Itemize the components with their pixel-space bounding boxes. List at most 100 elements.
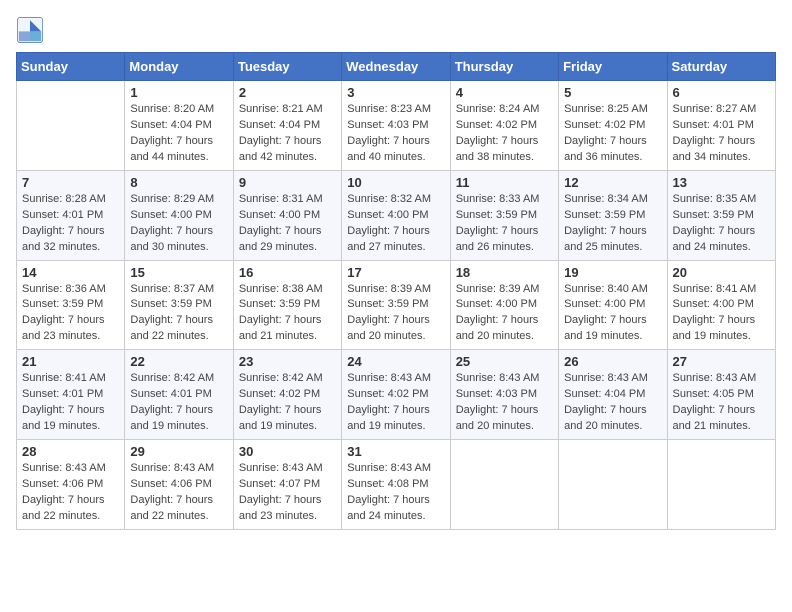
sunset-text: Sunset: 4:06 PM <box>130 478 211 490</box>
sunset-text: Sunset: 3:59 PM <box>130 298 211 310</box>
day-info: Sunrise: 8:20 AMSunset: 4:04 PMDaylight:… <box>130 102 227 166</box>
calendar-cell: 16 Sunrise: 8:38 AM Sunset: 3:59 PM Dayligh… <box>233 260 341 350</box>
day-info: Sunrise: 8:31 AM Sunset: 4:00 PM Daylight:… <box>239 192 336 256</box>
calendar-cell: 1Sunrise: 8:20 AMSunset: 4:04 PMDaylight… <box>125 81 233 171</box>
daylight-text: Daylight: 7 hours and 19 minutes. <box>130 404 213 432</box>
day-info: Sunrise: 8:41 AMSunset: 4:00 PMDaylight:… <box>673 282 770 346</box>
page-header <box>16 16 776 44</box>
sunrise-text: Sunrise: 8:38 AM <box>239 283 323 295</box>
daylight-text: Daylight: 7 hours and 26 minutes. <box>456 225 539 253</box>
sunset-text: Sunset: 4:00 PM <box>347 209 428 221</box>
calendar-cell: 12Sunrise: 8:34 AMSunset: 3:59 PMDayligh… <box>559 170 667 260</box>
sunset-text: Sunset: 4:03 PM <box>347 119 428 131</box>
sunset-text: Sunset: 3:59 PM <box>564 209 645 221</box>
calendar-cell: 18Sunrise: 8:39 AMSunset: 4:00 PMDayligh… <box>450 260 558 350</box>
sunset-text: Sunset: 4:04 PM <box>564 388 645 400</box>
day-info: Sunrise: 8:33 AM Sunset: 3:59 PM Daylight:… <box>456 192 553 256</box>
day-info: Sunrise: 8:43 AMSunset: 4:03 PMDaylight:… <box>456 371 553 435</box>
daylight-text: Daylight: 7 hours and 19 minutes. <box>347 404 430 432</box>
calendar-cell: 2 Sunrise: 8:21 AMSunset: 4:04 PMDaylight… <box>233 81 341 171</box>
sunrise-text: Sunrise: 8:33 AM <box>456 193 540 205</box>
daylight-text: Daylight: 7 hours and 23 minutes. <box>239 494 322 522</box>
daylight-text: Daylight: 7 hours and 21 minutes. <box>239 314 322 342</box>
sunset-text: Sunset: 4:04 PM <box>239 119 320 131</box>
calendar-cell <box>667 440 775 530</box>
calendar-cell: 20 Sunrise: 8:41 AMSunset: 4:00 PMDayligh… <box>667 260 775 350</box>
day-info: Sunrise: 8:24 AMSunset: 4:02 PMDaylight:… <box>456 102 553 166</box>
sunrise-text: Sunrise: 8:31 AM <box>239 193 323 205</box>
day-of-week-header: Friday <box>559 53 667 81</box>
calendar-week-row: 7Sunrise: 8:28 AMSunset: 4:01 PMDaylight… <box>17 170 776 260</box>
sunset-text: Sunset: 3:59 PM <box>347 298 428 310</box>
calendar-cell: 19 Sunrise: 8:40 AMSunset: 4:00 PMDayligh… <box>559 260 667 350</box>
day-number: 29 <box>130 444 227 459</box>
daylight-text: Daylight: 7 hours and 32 minutes. <box>22 225 105 253</box>
daylight-text: Daylight: 7 hours and 29 minutes. <box>239 225 322 253</box>
sunrise-text: Sunrise: 8:43 AM <box>130 462 214 474</box>
day-number: 2 <box>239 85 336 100</box>
calendar-cell: 6 Sunrise: 8:27 AMSunset: 4:01 PMDaylight… <box>667 81 775 171</box>
day-number: 20 <box>673 265 770 280</box>
day-info: Sunrise: 8:40 AMSunset: 4:00 PMDaylight:… <box>564 282 661 346</box>
sunrise-text: Sunrise: 8:34 AM <box>564 193 648 205</box>
day-number: 10 <box>347 175 444 190</box>
day-info: Sunrise: 8:27 AMSunset: 4:01 PMDaylight:… <box>673 102 770 166</box>
sunrise-text: Sunrise: 8:39 AM <box>456 283 540 295</box>
calendar-cell: 26Sunrise: 8:43 AMSunset: 4:04 PMDayligh… <box>559 350 667 440</box>
day-number: 8 <box>130 175 227 190</box>
day-info: Sunrise: 8:25 AMSunset: 4:02 PMDaylight:… <box>564 102 661 166</box>
sunset-text: Sunset: 4:01 PM <box>22 209 103 221</box>
calendar-cell: 7Sunrise: 8:28 AMSunset: 4:01 PMDaylight… <box>17 170 125 260</box>
calendar-cell: 30Sunrise: 8:43 AMSunset: 4:07 PMDayligh… <box>233 440 341 530</box>
daylight-text: Daylight: 7 hours and 38 minutes. <box>456 135 539 163</box>
sunrise-text: Sunrise: 8:28 AM <box>22 193 106 205</box>
sunset-text: Sunset: 4:00 PM <box>239 209 320 221</box>
daylight-text: Daylight: 7 hours and 40 minutes. <box>347 135 430 163</box>
day-info: Sunrise: 8:32 AMSunset: 4:00 PMDaylight:… <box>347 192 444 256</box>
sunrise-text: Sunrise: 8:41 AM <box>673 283 757 295</box>
daylight-text: Daylight: 7 hours and 24 minutes. <box>673 225 756 253</box>
day-number: 24 <box>347 354 444 369</box>
sunset-text: Sunset: 3:59 PM <box>239 298 320 310</box>
day-info: Sunrise: 8:28 AM Sunset: 4:01 PM Daylight:… <box>22 192 119 256</box>
sunrise-text: Sunrise: 8:25 AM <box>564 103 648 115</box>
day-number: 6 <box>673 85 770 100</box>
daylight-text: Daylight: 7 hours and 44 minutes. <box>130 135 213 163</box>
daylight-text: Daylight: 7 hours and 36 minutes. <box>564 135 647 163</box>
day-number: 12 <box>564 175 661 190</box>
sunrise-text: Sunrise: 8:43 AM <box>239 462 323 474</box>
calendar-week-row: 28Sunrise: 8:43 AMSunset: 4:06 PMDayligh… <box>17 440 776 530</box>
sunrise-text: Sunrise: 8:40 AM <box>564 283 648 295</box>
day-number: 19 <box>564 265 661 280</box>
day-info: Sunrise: 8:43 AMSunset: 4:05 PMDaylight:… <box>673 371 770 435</box>
calendar-cell: 3Sunrise: 8:23 AMSunset: 4:03 PMDaylight… <box>342 81 450 171</box>
day-info: Sunrise: 8:41 AMSunset: 4:01 PMDaylight:… <box>22 371 119 435</box>
calendar-cell: 15Sunrise: 8:37 AMSunset: 3:59 PMDayligh… <box>125 260 233 350</box>
day-info: Sunrise: 8:39 AMSunset: 4:00 PMDaylight:… <box>456 282 553 346</box>
calendar-cell: 25Sunrise: 8:43 AMSunset: 4:03 PMDayligh… <box>450 350 558 440</box>
day-info: Sunrise: 8:21 AMSunset: 4:04 PMDaylight:… <box>239 102 336 166</box>
day-number: 27 <box>673 354 770 369</box>
sunrise-text: Sunrise: 8:29 AM <box>130 193 214 205</box>
sunrise-text: Sunrise: 8:43 AM <box>22 462 106 474</box>
calendar-cell <box>17 81 125 171</box>
sunset-text: Sunset: 4:05 PM <box>673 388 754 400</box>
logo <box>16 16 48 44</box>
sunset-text: Sunset: 4:03 PM <box>456 388 537 400</box>
daylight-text: Daylight: 7 hours and 34 minutes. <box>673 135 756 163</box>
day-info: Sunrise: 8:43 AMSunset: 4:08 PMDaylight:… <box>347 461 444 525</box>
calendar-cell: 10 Sunrise: 8:32 AMSunset: 4:00 PMDayligh… <box>342 170 450 260</box>
daylight-text: Daylight: 7 hours and 24 minutes. <box>347 494 430 522</box>
day-number: 16 <box>239 265 336 280</box>
sunset-text: Sunset: 3:59 PM <box>456 209 537 221</box>
daylight-text: Daylight: 7 hours and 23 minutes. <box>22 314 105 342</box>
calendar-cell: 13Sunrise: 8:35 AMSunset: 3:59 PMDayligh… <box>667 170 775 260</box>
day-info: Sunrise: 8:37 AMSunset: 3:59 PMDaylight:… <box>130 282 227 346</box>
calendar-cell: 21Sunrise: 8:41 AMSunset: 4:01 PMDayligh… <box>17 350 125 440</box>
calendar-cell: 23Sunrise: 8:42 AMSunset: 4:02 PMDayligh… <box>233 350 341 440</box>
day-info: Sunrise: 8:43 AMSunset: 4:04 PMDaylight:… <box>564 371 661 435</box>
sunrise-text: Sunrise: 8:43 AM <box>347 372 431 384</box>
day-of-week-header: Tuesday <box>233 53 341 81</box>
day-number: 30 <box>239 444 336 459</box>
calendar-week-row: 1Sunrise: 8:20 AMSunset: 4:04 PMDaylight… <box>17 81 776 171</box>
